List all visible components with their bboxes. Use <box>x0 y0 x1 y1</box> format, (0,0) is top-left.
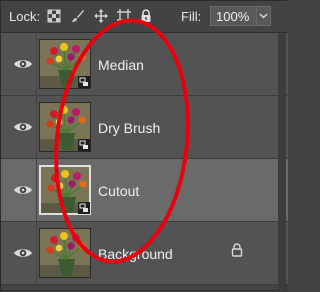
layer-row-cutout[interactable]: Cutout <box>1 159 288 222</box>
row-divider <box>36 33 37 95</box>
layer-name: Median <box>98 57 144 73</box>
layer-thumbnail[interactable] <box>39 228 91 278</box>
padlock-icon[interactable] <box>139 9 153 23</box>
row-divider <box>36 96 37 158</box>
move-icon[interactable] <box>94 9 108 23</box>
lock-icon <box>231 243 243 257</box>
smart-object-icon <box>78 202 90 214</box>
layer-name: Dry Brush <box>98 120 161 136</box>
eye-icon[interactable] <box>13 246 33 260</box>
smart-object-icon <box>78 76 90 88</box>
lock-label: Lock: <box>9 9 41 24</box>
checkerboard-icon[interactable] <box>47 9 61 23</box>
eye-icon[interactable] <box>13 183 33 197</box>
fill-label: Fill: <box>181 9 202 24</box>
layer-row-dry-brush[interactable]: Dry Brush <box>1 96 288 159</box>
eye-icon[interactable] <box>13 120 33 134</box>
artboard-icon[interactable] <box>117 9 131 23</box>
chevron-down-icon <box>259 13 268 19</box>
row-divider <box>36 222 37 284</box>
smart-object-icon <box>78 139 90 151</box>
lock-toolbar: Lock: Fill: 100% <box>1 1 288 33</box>
tulip-bouquet-thumbnail <box>40 229 90 277</box>
eye-icon[interactable] <box>13 57 33 71</box>
fill-dropdown-button[interactable] <box>256 6 271 26</box>
layer-name: Background <box>98 246 173 262</box>
layer-row-background[interactable]: Background <box>1 222 288 285</box>
layer-row-median[interactable]: Median <box>1 33 288 96</box>
layer-name: Cutout <box>98 183 140 199</box>
layers-panel: Lock: Fill: 100% Median Dry Brush Cutout… <box>0 0 288 292</box>
scrollbar[interactable] <box>278 33 286 292</box>
row-divider <box>36 159 37 221</box>
fill-value: 100% <box>216 9 250 24</box>
brush-icon[interactable] <box>71 9 85 23</box>
